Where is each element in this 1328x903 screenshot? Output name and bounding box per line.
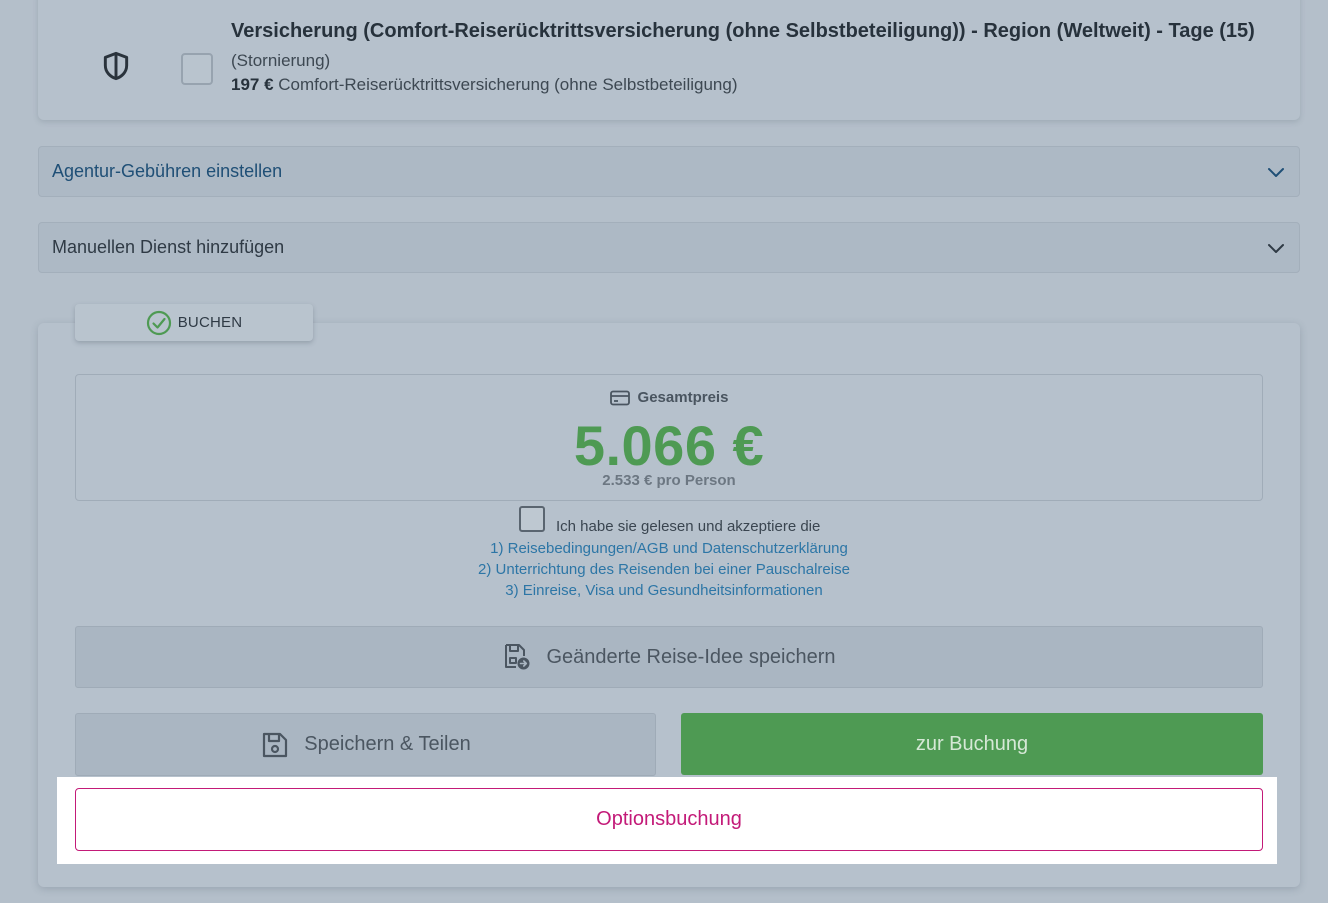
- terms-link-entry-visa[interactable]: 3) Einreise, Visa und Gesundheitsinforma…: [0, 582, 1328, 599]
- insurance-subtitle: (Stornierung): [231, 51, 331, 70]
- save-trip-idea-button[interactable]: Geänderte Reise-Idee speichern: [75, 626, 1263, 688]
- check-circle-icon: [146, 310, 171, 335]
- book-button[interactable]: zur Buchung: [681, 713, 1263, 775]
- chevron-down-icon: [1268, 167, 1284, 177]
- price-label-row: Gesamtpreis: [76, 389, 1262, 406]
- insurance-price: 197 €: [231, 75, 274, 94]
- terms-link-agb[interactable]: 1) Reisebedingungen/AGB und Datenschutze…: [0, 540, 1328, 557]
- tab-booking[interactable]: BUCHEN: [75, 304, 313, 341]
- insurance-checkbox[interactable]: [181, 53, 213, 85]
- terms-intro: Ich habe sie gelesen und akzeptiere die: [556, 518, 821, 535]
- option-booking-label: Optionsbuchung: [596, 808, 742, 830]
- chevron-down-icon: [1268, 243, 1284, 253]
- option-booking-button[interactable]: Optionsbuchung: [75, 788, 1263, 851]
- book-label: zur Buchung: [915, 732, 1029, 755]
- terms-checkbox[interactable]: [519, 506, 545, 532]
- shield-icon: [103, 51, 129, 81]
- save-share-label: Speichern & Teilen: [304, 733, 471, 755]
- accordion-label: Agentur-Gebühren einstellen: [52, 161, 283, 181]
- save-trip-idea-label: Geänderte Reise-Idee speichern: [546, 645, 836, 668]
- price-label: Gesamtpreis: [637, 389, 729, 406]
- save-file-arrow-icon: [505, 644, 530, 670]
- insurance-card: [38, 0, 1300, 120]
- tab-booking-label: BUCHEN: [177, 314, 243, 331]
- total-price-box: Gesamtpreis 5.066 € 2.533 € pro Person: [75, 374, 1263, 501]
- total-price: 5.066 €: [573, 414, 765, 477]
- accordion-manual-service[interactable]: Manuellen Dienst hinzufügen: [38, 222, 1300, 273]
- credit-card-icon: [609, 390, 630, 405]
- insurance-description: Comfort-Reiserücktrittsversicherung (ohn…: [278, 75, 738, 94]
- accordion-label: Manuellen Dienst hinzufügen: [52, 237, 285, 257]
- save-share-button[interactable]: Speichern & Teilen: [75, 713, 656, 776]
- insurance-title: Versicherung (Comfort-Reiserücktrittsver…: [231, 20, 1255, 42]
- terms-link-package-info[interactable]: 2) Unterrichtung des Reisenden bei einer…: [0, 561, 1328, 578]
- accordion-agency-fees[interactable]: Agentur-Gebühren einstellen: [38, 146, 1300, 197]
- price-per-person: 2.533 € pro Person: [602, 472, 736, 489]
- insurance-price-line: 197 € Comfort-Reiserücktrittsversicherun…: [231, 75, 737, 95]
- save-icon: [263, 732, 288, 757]
